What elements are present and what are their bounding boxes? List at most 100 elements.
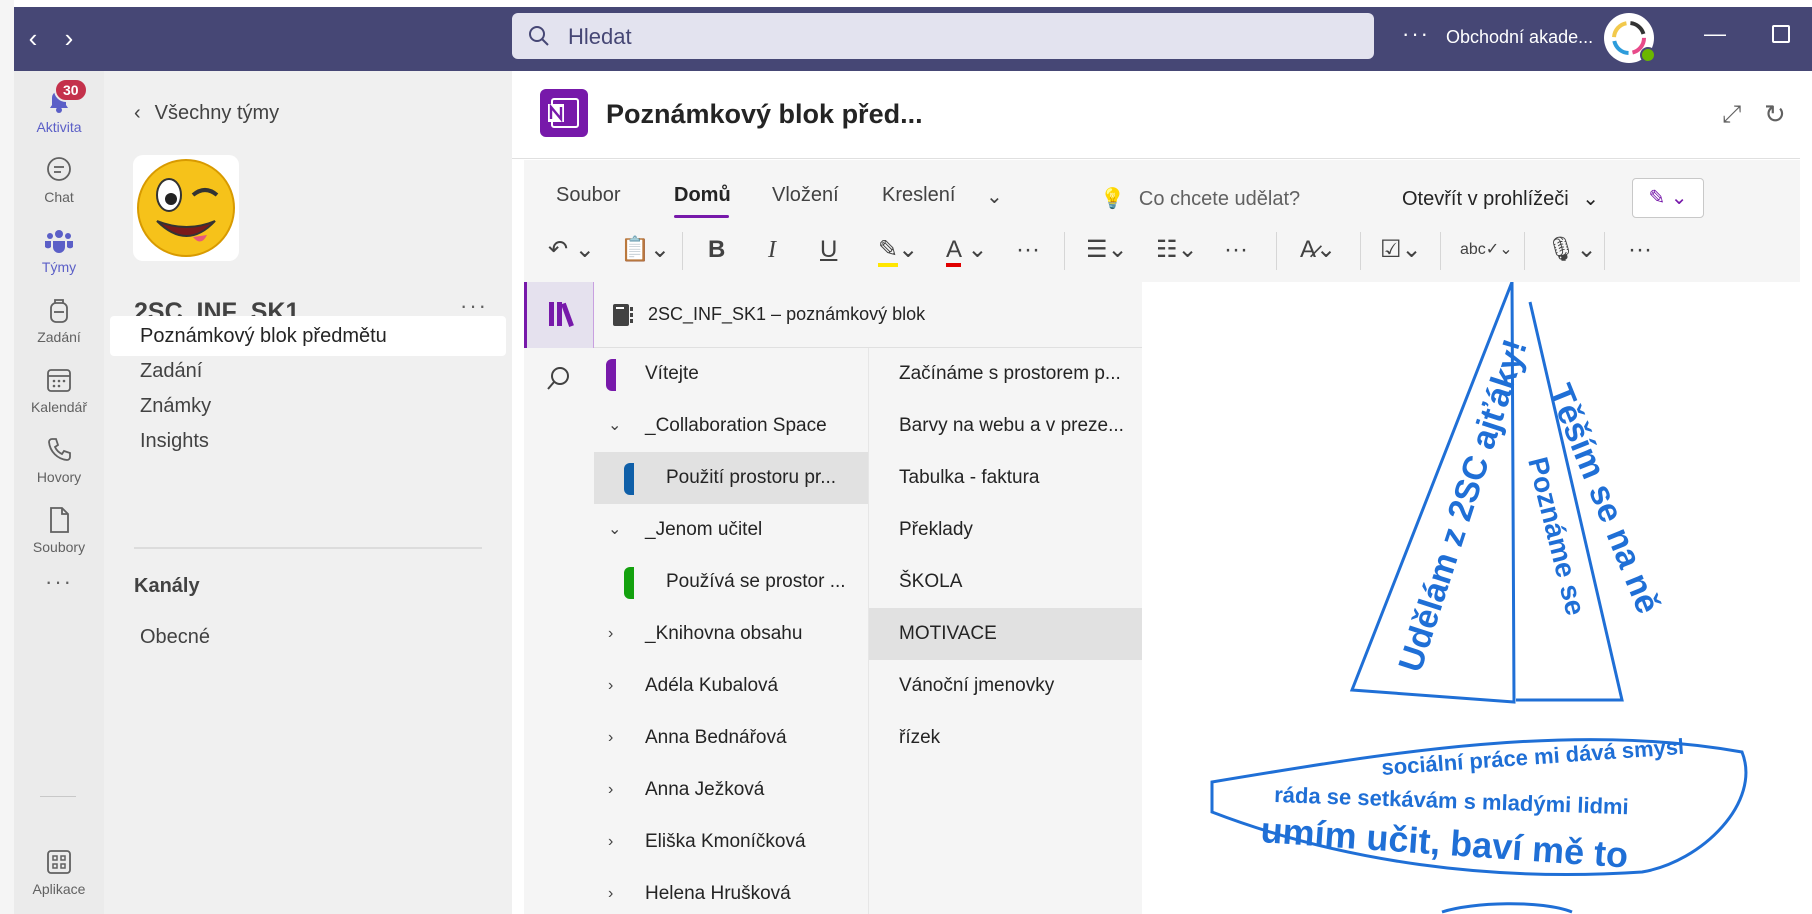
dictate-microphone-icon[interactable]: 🎙⌄	[1546, 232, 1597, 268]
section-group-item[interactable]: › Adéla Kubalová	[594, 660, 868, 712]
sailboat-word-art: Udělám z 2SC ajťáky! Těším se na ně Pozn…	[1210, 282, 1748, 914]
notebooks-button[interactable]	[524, 282, 594, 348]
open-in-viewer-button[interactable]: Otevřít v prohlížeči ⌄	[1402, 186, 1599, 211]
refresh-icon[interactable]: ↻	[1764, 99, 1786, 130]
chevron-down-icon: ⌄	[608, 521, 622, 538]
page-canvas[interactable]: Udělám z 2SC ajťáky! Těším se na ně Pozn…	[1142, 282, 1800, 914]
appbar-item-calendar[interactable]: Kalendář	[14, 351, 104, 431]
italic-icon[interactable]: I	[768, 232, 776, 268]
appbar-label: Hovory	[36, 469, 82, 485]
more-apps-icon[interactable]: ···	[14, 569, 104, 609]
section-group-item[interactable]: ⌄ _Collaboration Space	[594, 400, 868, 452]
section-group-item[interactable]: › Helena Hrušková	[594, 868, 868, 914]
section-color-tab	[624, 567, 634, 599]
avatar[interactable]	[1604, 13, 1656, 63]
restore-window-icon[interactable]	[1772, 25, 1790, 43]
appbar-item-activity[interactable]: 30 Aktivita	[14, 71, 104, 151]
open-in-viewer-label: Otevřít v prohlížeči	[1402, 188, 1569, 210]
page-item[interactable]: řízek	[869, 712, 1143, 764]
highlighter-icon[interactable]: ✎⌄	[878, 232, 918, 268]
font-color-icon[interactable]: A ⌄	[946, 232, 987, 268]
page-item[interactable]: ŠKOLA	[869, 556, 1143, 608]
minimize-icon[interactable]: —	[1704, 21, 1726, 47]
tell-me-search[interactable]: 💡 Co chcete udělat?	[1100, 186, 1300, 211]
hull-text: umím učit, baví mě to	[1259, 809, 1629, 876]
search-placeholder: Hledat	[568, 24, 632, 49]
team-nav-assignments[interactable]: Zadání	[110, 351, 506, 391]
section-group-item[interactable]: › Anna Ježková	[594, 764, 868, 816]
section-group-item[interactable]: › Anna Bednářová	[594, 712, 868, 764]
page-item[interactable]: Překlady	[869, 504, 1143, 556]
section-item[interactable]: Používá se prostor ...	[594, 556, 868, 608]
paste-icon[interactable]: 📋⌄	[620, 232, 670, 268]
section-label: Používá se prostor ...	[666, 571, 846, 592]
tab-draw[interactable]: Kreslení	[882, 184, 955, 207]
tab-home[interactable]: Domů	[674, 184, 731, 207]
appbar-item-assignments[interactable]: Zadání	[14, 281, 104, 361]
chevron-down-icon: ⌄	[608, 417, 622, 434]
section-label: Anna Bednářová	[645, 727, 787, 748]
expand-icon[interactable]: ⤢	[1722, 101, 1741, 129]
chevron-right-icon: ›	[608, 677, 614, 694]
appbar-label: Týmy	[41, 259, 77, 275]
page-item[interactable]: Barvy na webu a v preze...	[869, 400, 1143, 452]
section-group-item[interactable]: ⌄ _Jenom učitel	[594, 504, 868, 556]
org-name[interactable]: Obchodní akade...	[1446, 27, 1593, 48]
ribbon: Soubor Domů Vložení Kreslení ⌄ 💡 Co chcet…	[524, 160, 1800, 282]
search-notebook-icon[interactable]	[544, 364, 574, 394]
more-options-icon[interactable]: ···	[1402, 21, 1430, 47]
spelling-icon[interactable]: abc✓⌄	[1460, 232, 1513, 268]
notebook-header[interactable]: 2SC_INF_SK1 – poznámkový blok	[594, 282, 1142, 348]
back-arrow-icon[interactable]: ‹	[18, 23, 48, 53]
sections-list: Vítejte ⌄ _Collaboration Space Použití p…	[594, 348, 868, 914]
section-group-item[interactable]: › _Knihovna obsahu	[594, 608, 868, 660]
appbar-item-teams[interactable]: Týmy	[14, 211, 104, 291]
team-logo-winking-smiley	[133, 155, 239, 261]
more-paragraph-icon[interactable]: ···	[1224, 232, 1248, 268]
section-label: Eliška Kmoníčková	[645, 831, 806, 852]
page-title: Poznámkový blok před...	[606, 99, 923, 129]
all-teams-link[interactable]: ‹ Všechny týmy	[134, 102, 279, 125]
page-item[interactable]: Vánoční jmenovky	[869, 660, 1143, 712]
section-item[interactable]: Použití prostoru pr...	[594, 452, 868, 504]
appbar-label: Aplikace	[32, 881, 86, 897]
appbar-item-apps[interactable]: Aplikace	[14, 841, 104, 914]
bullets-icon[interactable]: ☰⌄	[1086, 232, 1128, 268]
section-color-tab	[624, 463, 634, 495]
underline-icon[interactable]: U	[820, 232, 837, 268]
page-item[interactable]: Začínáme s prostorem p...	[869, 348, 1143, 400]
section-item[interactable]: Vítejte	[594, 348, 868, 400]
chevron-right-icon: ›	[608, 833, 614, 850]
bold-icon[interactable]: B	[708, 232, 725, 268]
tag-icon[interactable]: ☑⌄	[1380, 232, 1422, 268]
team-nav-insights[interactable]: Insights	[110, 421, 506, 461]
forward-arrow-icon[interactable]: ›	[54, 23, 84, 53]
team-nav-grades[interactable]: Známky	[110, 386, 506, 426]
tell-me-placeholder: Co chcete udělat?	[1138, 188, 1301, 210]
section-label: Vítejte	[645, 363, 699, 384]
page-item[interactable]: Tabulka - faktura	[869, 452, 1143, 504]
numbering-icon[interactable]: ☷⌄	[1156, 232, 1198, 268]
appbar-item-calls[interactable]: Hovory	[14, 421, 104, 501]
chat-icon	[47, 157, 71, 181]
more-commands-icon[interactable]: ···	[1628, 232, 1652, 268]
appbar-item-chat[interactable]: Chat	[14, 141, 104, 221]
undo-icon[interactable]: ↶ ⌄	[548, 232, 595, 268]
notebook-rail	[524, 282, 594, 914]
chevron-right-icon: ›	[608, 885, 614, 902]
appbar-item-files[interactable]: Soubory	[14, 491, 104, 571]
more-formatting-icon[interactable]: ···	[1016, 232, 1040, 268]
search-input[interactable]: Hledat	[512, 13, 1374, 59]
edit-mode-button[interactable]: ✎ ⌄	[1632, 178, 1704, 218]
tab-insert[interactable]: Vložení	[772, 184, 839, 207]
styles-icon[interactable]: A̷⌄	[1300, 232, 1336, 268]
more-tabs-chevron-icon[interactable]: ⌄	[986, 184, 1003, 209]
section-label: _Knihovna obsahu	[645, 623, 803, 644]
section-group-item[interactable]: › Eliška Kmoníčková	[594, 816, 868, 868]
tab-file[interactable]: Soubor	[556, 184, 621, 207]
apps-icon	[47, 850, 71, 874]
team-nav-class-notebook[interactable]: Poznámkový blok předmětu	[110, 316, 506, 356]
page-item[interactable]: MOTIVACE	[869, 608, 1143, 660]
channel-general[interactable]: Obecné	[110, 617, 506, 657]
section-label: _Jenom učitel	[645, 519, 763, 540]
